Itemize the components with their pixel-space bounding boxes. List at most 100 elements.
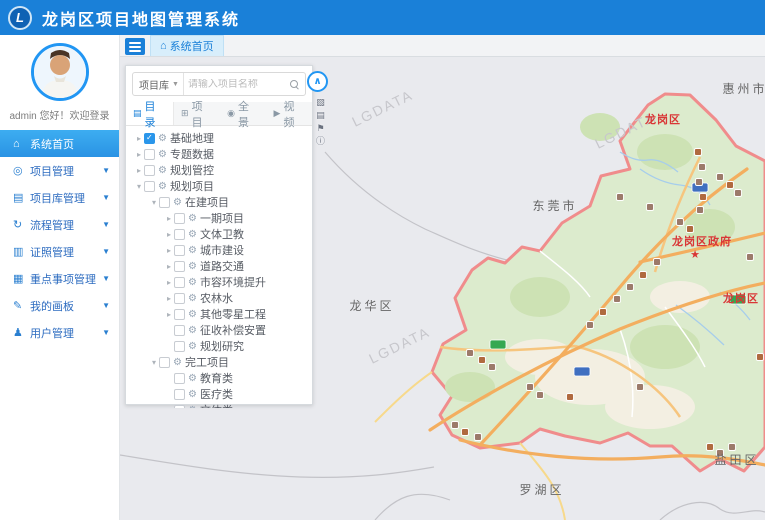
project-marker[interactable] <box>707 444 714 451</box>
expander-icon[interactable]: ▸ <box>164 246 174 255</box>
checkbox[interactable] <box>159 357 170 368</box>
project-marker[interactable] <box>475 434 482 441</box>
tree-item[interactable]: ⚙教育类 <box>126 370 312 386</box>
tab-system-home[interactable]: ⌂ 系统首页 <box>150 35 224 56</box>
project-marker[interactable] <box>700 194 707 201</box>
panel-collapse-button[interactable]: ∧ <box>307 71 328 92</box>
checkbox[interactable] <box>174 405 185 409</box>
project-marker[interactable] <box>617 194 624 201</box>
project-marker[interactable] <box>462 429 469 436</box>
checkbox[interactable] <box>144 165 155 176</box>
checkbox[interactable] <box>174 213 185 224</box>
checkbox[interactable] <box>174 373 185 384</box>
expander-icon[interactable]: ▾ <box>149 358 159 367</box>
project-marker[interactable] <box>647 204 654 211</box>
tree-item[interactable]: ▾⚙规划项目 <box>126 178 312 194</box>
checkbox[interactable] <box>174 245 185 256</box>
project-search-input[interactable] <box>184 79 283 90</box>
sidebar-item-3[interactable]: ↻流程管理▼ <box>0 211 119 238</box>
project-marker[interactable] <box>697 207 704 214</box>
map-layers-icon[interactable]: ▤ <box>316 109 325 121</box>
expander-icon[interactable]: ▾ <box>149 198 159 207</box>
sidebar-item-2[interactable]: ▤项目库管理▼ <box>0 184 119 211</box>
expander-icon[interactable]: ▸ <box>134 150 144 159</box>
checkbox[interactable] <box>159 197 170 208</box>
tree-item[interactable]: ▸⚙道路交通 <box>126 258 312 274</box>
tree-item[interactable]: ▸⚙基础地理 <box>126 130 312 146</box>
tree-item[interactable]: ⚙规划研究 <box>126 338 312 354</box>
sidebar-item-6[interactable]: ✎我的画板▼ <box>0 292 119 319</box>
project-marker[interactable] <box>537 392 544 399</box>
checkbox[interactable] <box>174 277 185 288</box>
map-flag-icon[interactable]: ⚑ <box>316 122 325 134</box>
tree-item[interactable]: ▸⚙农林水 <box>126 290 312 306</box>
expander-icon[interactable]: ▸ <box>164 294 174 303</box>
checkbox[interactable] <box>174 389 185 400</box>
checkbox[interactable] <box>144 133 155 144</box>
project-marker[interactable] <box>452 422 459 429</box>
project-marker[interactable] <box>677 219 684 226</box>
expander-icon[interactable]: ▸ <box>134 134 144 143</box>
project-marker[interactable] <box>727 182 734 189</box>
tree-item[interactable]: ▸⚙专题数据 <box>126 146 312 162</box>
sidebar-item-0[interactable]: ⌂系统首页 <box>0 130 119 157</box>
project-marker[interactable] <box>717 174 724 181</box>
sidebar-item-5[interactable]: ▦重点事项管理▼ <box>0 265 119 292</box>
sidebar-item-4[interactable]: ▥证照管理▼ <box>0 238 119 265</box>
project-marker[interactable] <box>729 444 736 451</box>
tree-item[interactable]: ⚙医疗类 <box>126 386 312 402</box>
map-basemap-icon[interactable]: ▧ <box>316 96 325 108</box>
project-marker[interactable] <box>695 149 702 156</box>
tree-item[interactable]: ▾⚙完工项目 <box>126 354 312 370</box>
tree-item[interactable]: ▸⚙规划管控 <box>126 162 312 178</box>
category-select[interactable]: 项目库 ▼ <box>133 73 184 95</box>
project-marker[interactable] <box>567 394 574 401</box>
tree-item[interactable]: ▸⚙市容环境提升 <box>126 274 312 290</box>
project-marker[interactable] <box>747 254 754 261</box>
project-marker[interactable] <box>696 179 703 186</box>
tree-item[interactable]: ▸⚙文体卫教 <box>126 226 312 242</box>
tree-item[interactable]: ⚙征收补偿安置 <box>126 322 312 338</box>
panel-tab-3[interactable]: ▶视频 <box>267 102 312 125</box>
tree-item[interactable]: ▸⚙其他零星工程 <box>126 306 312 322</box>
expander-icon[interactable]: ▸ <box>164 230 174 239</box>
panel-tab-0[interactable]: ▤目录 <box>126 102 174 125</box>
sidebar-item-7[interactable]: ♟用户管理▼ <box>0 319 119 346</box>
hamburger-icon[interactable] <box>125 38 145 55</box>
tree-item[interactable]: ⚙文体类 <box>126 402 312 408</box>
project-marker[interactable] <box>637 384 644 391</box>
project-marker[interactable] <box>600 309 607 316</box>
project-marker[interactable] <box>735 190 742 197</box>
checkbox[interactable] <box>174 229 185 240</box>
tree-item[interactable]: ▾⚙在建项目 <box>126 194 312 210</box>
project-marker[interactable] <box>587 322 594 329</box>
checkbox[interactable] <box>144 181 155 192</box>
expander-icon[interactable]: ▸ <box>164 310 174 319</box>
expander-icon[interactable]: ▾ <box>134 182 144 191</box>
search-button[interactable] <box>283 73 305 95</box>
tree-item[interactable]: ▸⚙城市建设 <box>126 242 312 258</box>
checkbox[interactable] <box>174 325 185 336</box>
panel-tab-2[interactable]: ◉全景 <box>220 102 266 125</box>
project-marker[interactable] <box>527 384 534 391</box>
project-marker[interactable] <box>699 164 706 171</box>
sidebar-item-1[interactable]: ◎项目管理▼ <box>0 157 119 184</box>
project-marker[interactable] <box>467 350 474 357</box>
project-marker[interactable] <box>627 284 634 291</box>
project-marker[interactable] <box>489 364 496 371</box>
checkbox[interactable] <box>174 341 185 352</box>
project-marker[interactable] <box>687 226 694 233</box>
project-marker[interactable] <box>614 296 621 303</box>
tree-item[interactable]: ▸⚙一期项目 <box>126 210 312 226</box>
project-marker[interactable] <box>654 259 661 266</box>
project-marker[interactable] <box>640 272 647 279</box>
avatar[interactable] <box>31 43 89 101</box>
expander-icon[interactable]: ▸ <box>164 214 174 223</box>
expander-icon[interactable]: ▸ <box>164 262 174 271</box>
expander-icon[interactable]: ▸ <box>164 278 174 287</box>
checkbox[interactable] <box>144 149 155 160</box>
project-marker[interactable] <box>479 357 486 364</box>
panel-tab-1[interactable]: ⊞项目 <box>174 102 220 125</box>
project-marker[interactable] <box>757 354 764 361</box>
map-info-icon[interactable]: ⓘ <box>316 135 325 147</box>
